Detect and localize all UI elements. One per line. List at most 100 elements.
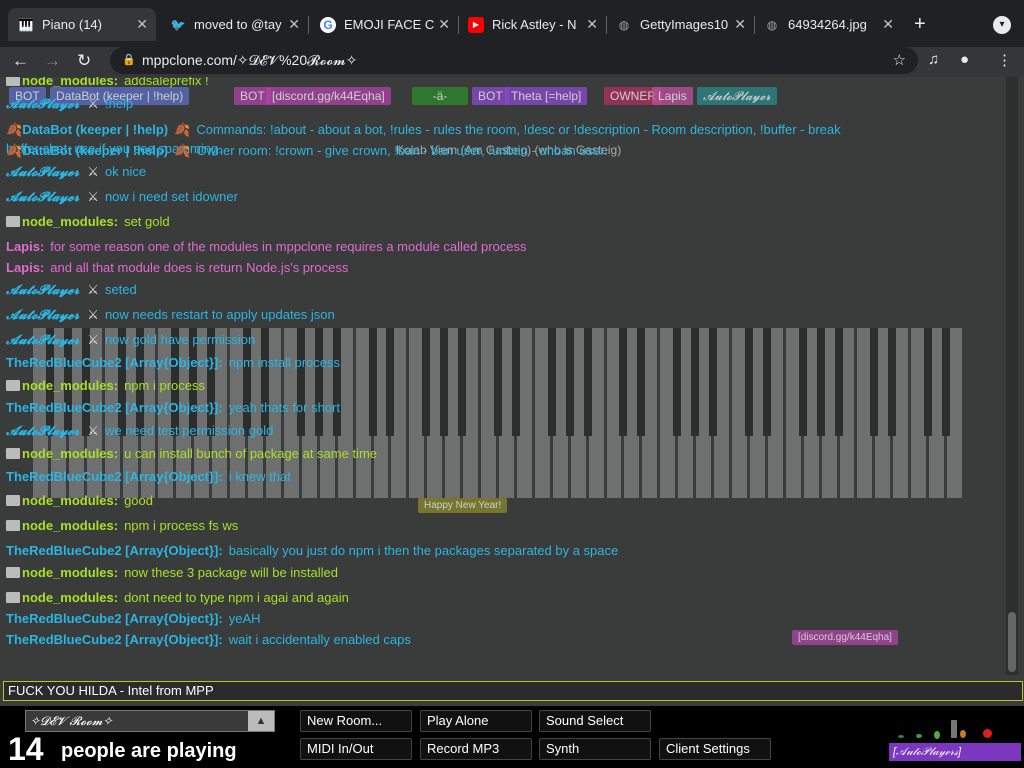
chat-author[interactable]: 𝓐𝓾𝓽𝓸𝓟𝓵𝓪𝔂𝓮𝓻 <box>6 307 79 322</box>
tab-image[interactable]: ◍ 64934264.jpg ✕ <box>754 8 902 41</box>
lock-icon[interactable]: 🔒 <box>122 47 136 74</box>
crossed-swords-icon: ⚔ <box>87 164 99 179</box>
midi-button[interactable]: MIDI In/Out <box>300 738 412 760</box>
close-icon[interactable]: ✕ <box>586 16 598 33</box>
chat-text: ok nice <box>104 164 147 179</box>
chat-message: node_modules: good <box>6 493 153 508</box>
chat-message: 𝓐𝓾𝓽𝓸𝓟𝓵𝓪𝔂𝓮𝓻 ⚔ !help <box>6 96 133 112</box>
record-mp3-button[interactable]: Record MP3 <box>420 738 532 760</box>
chat-author[interactable]: 𝓐𝓾𝓽𝓸𝓟𝓵𝓪𝔂𝓮𝓻 <box>6 189 79 204</box>
chat-author[interactable]: node_modules: <box>22 77 118 88</box>
chat-author[interactable]: 𝓐𝓾𝓽𝓸𝓟𝓵𝓪𝔂𝓮𝓻 <box>6 423 79 438</box>
chat-message: 𝓐𝓾𝓽𝓸𝓟𝓵𝓪𝔂𝓮𝓻 ⚔ now needs restart to apply up… <box>6 307 335 323</box>
tab-title: Rick Astley - N <box>492 17 577 32</box>
leaf-icon: 🍂 <box>6 143 23 158</box>
new-tab-button[interactable]: + <box>914 13 926 36</box>
chat-author[interactable]: 𝓐𝓾𝓽𝓸𝓟𝓵𝓪𝔂𝓮𝓻 <box>6 96 79 111</box>
synth-button[interactable]: Synth <box>539 738 651 760</box>
chat-message: TheRedBlueCube2 [Array{Object}]: basicall… <box>6 543 618 558</box>
chat-author[interactable]: TheRedBlueCube2 [Array{Object}]: <box>6 355 223 370</box>
globe-icon: ◍ <box>618 17 630 32</box>
chat-author[interactable]: TheRedBlueCube2 [Array{Object}]: <box>6 611 223 626</box>
profile-icon[interactable]: ● <box>960 51 969 68</box>
sound-select-button[interactable]: Sound Select <box>539 710 651 732</box>
close-icon[interactable]: ✕ <box>438 16 450 33</box>
chat-input[interactable]: FUCK YOU HILDA - Intel from MPP <box>3 681 1023 701</box>
chat-author[interactable]: node_modules: <box>22 518 118 533</box>
chat-author[interactable]: node_modules: <box>22 378 118 393</box>
chat-messages: node_modules: addsaleprefix ! 𝓐𝓾𝓽𝓸𝓟𝓵𝓪𝔂𝓮𝓻 ⚔!… <box>6 77 1006 677</box>
room-select[interactable]: ✧𝓓𝓔𝓥 𝓡𝓸𝓸𝓶✧ ▲ <box>25 710 275 732</box>
back-icon[interactable]: ← <box>12 51 29 71</box>
piano-page: BOT DataBot (keeper | !help) BOT [discor… <box>0 77 1024 768</box>
globe-icon: ◍ <box>766 17 778 32</box>
tab-getty[interactable]: ◍ GettyImages10 ✕ <box>606 8 754 41</box>
chat-text: !help <box>104 96 134 111</box>
tab-youtube[interactable]: ▶ Rick Astley - N ✕ <box>458 8 606 41</box>
address-bar[interactable]: 🔒 mppclone.com/✧𝓓𝓔𝓥%20𝓡𝓸𝓸𝓶✧ ☆ <box>110 47 918 74</box>
media-control-icon[interactable]: ♫ <box>928 51 939 68</box>
chat-author[interactable]: Lapis: <box>6 260 44 275</box>
chat-text: u can install bunch of package at same t… <box>124 446 378 461</box>
close-icon[interactable]: ✕ <box>734 16 746 33</box>
tab-title: moved to @tay <box>194 17 282 32</box>
volume-dot <box>916 734 922 738</box>
play-alone-button[interactable]: Play Alone <box>420 710 532 732</box>
volume-dot <box>960 730 966 738</box>
chat-message: node_modules: u can install bunch of pack… <box>6 446 377 461</box>
chat-author[interactable]: node_modules: <box>22 214 118 229</box>
url-text: mppclone.com/✧𝓓𝓔𝓥%20𝓡𝓸𝓸𝓶✧ <box>142 52 358 68</box>
crossed-swords-icon: ⚔ <box>87 332 99 347</box>
menu-icon[interactable]: ⋮ <box>997 51 1012 69</box>
chat-text: dont need to type npm i agai and again <box>124 590 349 605</box>
close-icon[interactable]: ✕ <box>136 16 148 33</box>
chat-text: Owner room: !crown - give crown, !ban - … <box>196 143 608 158</box>
chat-text: and all that module does is return Node.… <box>50 260 349 275</box>
chat-text: good <box>124 493 153 508</box>
folder-icon <box>6 380 20 391</box>
chat-author[interactable]: TheRedBlueCube2 [Array{Object}]: <box>6 469 223 484</box>
twitter-icon: 🐦 <box>170 17 186 32</box>
chat-author[interactable]: TheRedBlueCube2 [Array{Object}]: <box>6 632 223 647</box>
bookmark-star-icon[interactable]: ☆ <box>893 47 906 74</box>
chat-text: basically you just do npm i then the pac… <box>228 543 619 558</box>
chat-author[interactable]: node_modules: <box>22 565 118 580</box>
chat-author[interactable]: node_modules: <box>22 590 118 605</box>
chat-message: node_modules: npm i process fs ws <box>6 518 238 533</box>
new-room-button[interactable]: New Room... <box>300 710 412 732</box>
tab-emoji[interactable]: G EMOJI FACE C ✕ <box>310 8 458 41</box>
chat-author[interactable]: DataBot (keeper | !help) <box>22 122 168 137</box>
chat-message: node_modules: dont need to type npm i aga… <box>6 590 349 605</box>
scrollbar-thumb[interactable] <box>1008 612 1016 672</box>
chevron-up-icon[interactable]: ▲ <box>248 711 274 731</box>
chat-text: now gold have permission <box>104 332 256 347</box>
chat-message: node_modules: set gold <box>6 214 170 229</box>
chat-author[interactable]: 𝓐𝓾𝓽𝓸𝓟𝓵𝓪𝔂𝓮𝓻 <box>6 164 79 179</box>
chat-author[interactable]: Lapis: <box>6 239 44 254</box>
chat-author[interactable]: node_modules: <box>22 446 118 461</box>
forward-icon[interactable]: → <box>44 51 61 71</box>
tab-search-icon[interactable]: ▾ <box>993 16 1011 34</box>
volume-knob[interactable] <box>951 720 957 738</box>
youtube-icon: ▶ <box>468 16 484 33</box>
close-icon[interactable]: ✕ <box>288 16 300 33</box>
close-icon[interactable]: ✕ <box>882 16 894 33</box>
chat-author[interactable]: TheRedBlueCube2 [Array{Object}]: <box>6 543 223 558</box>
chat-scrollbar[interactable] <box>1006 77 1018 675</box>
chat-text: wait i accidentally enabled caps <box>228 632 411 647</box>
chat-author[interactable]: node_modules: <box>22 493 118 508</box>
chat-text: yeAH <box>228 611 261 626</box>
client-settings-button[interactable]: Client Settings <box>659 738 771 760</box>
chat-author[interactable]: DataBot (keeper | !help) <box>22 143 168 158</box>
tab-twitter[interactable]: 🐦 moved to @tay ✕ <box>160 8 308 41</box>
chat-text: now needs restart to apply updates json <box>104 307 335 322</box>
tab-piano[interactable]: 🎹 Piano (14) ✕ <box>8 8 156 41</box>
chat-message: 🍂DataBot (keeper | !help) 🍂 Owner room: !c… <box>6 143 608 159</box>
chat-author[interactable]: TheRedBlueCube2 [Array{Object}]: <box>6 400 223 415</box>
leaf-icon: 🍂 <box>6 122 23 137</box>
crossed-swords-icon: ⚔ <box>87 96 99 111</box>
reload-icon[interactable]: ↻ <box>77 51 91 71</box>
chat-author[interactable]: 𝓐𝓾𝓽𝓸𝓟𝓵𝓪𝔂𝓮𝓻 <box>6 332 79 347</box>
folder-icon <box>6 495 20 506</box>
chat-author[interactable]: 𝓐𝓾𝓽𝓸𝓟𝓵𝓪𝔂𝓮𝓻 <box>6 282 79 297</box>
